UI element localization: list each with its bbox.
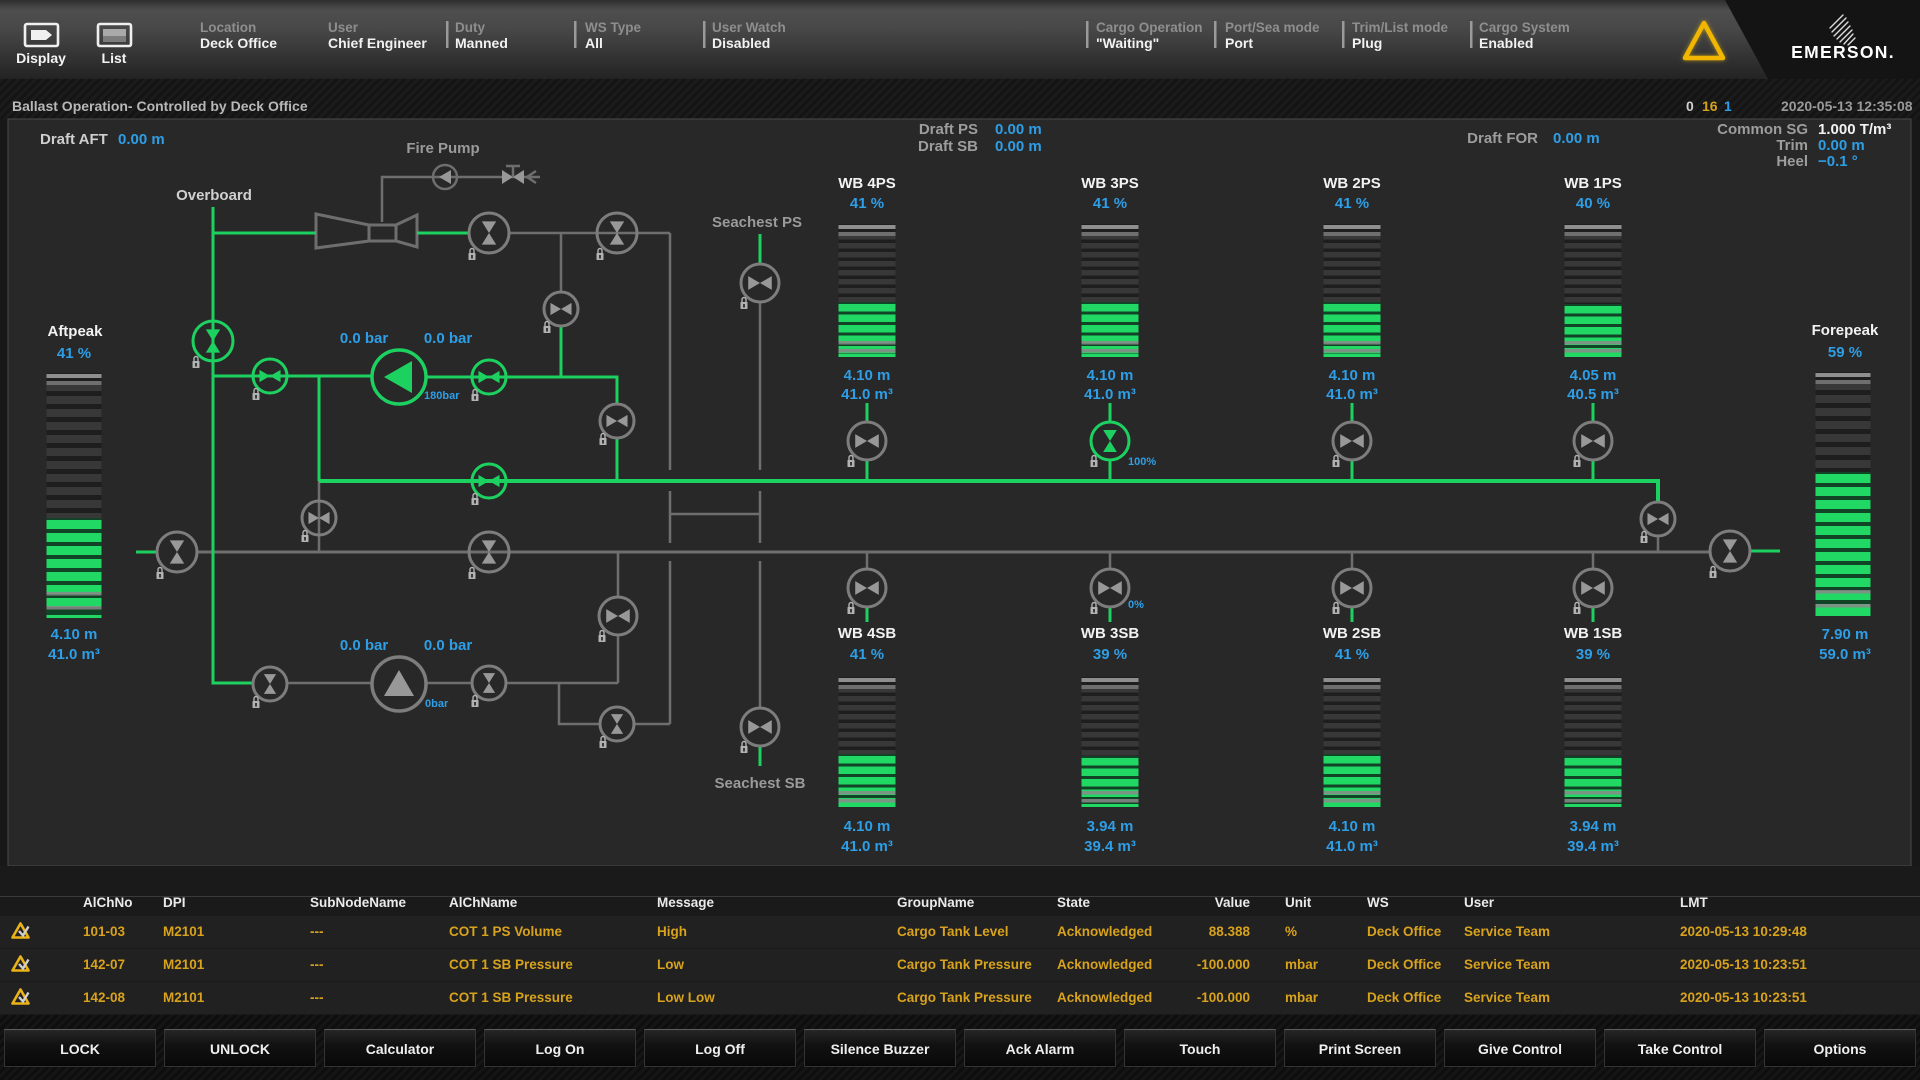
- svg-text:4.10 m: 4.10 m: [1329, 367, 1376, 384]
- svg-text:41.0 m³: 41.0 m³: [841, 386, 893, 403]
- svg-text:39 %: 39 %: [1576, 646, 1610, 663]
- svg-text:Seachest SB: Seachest SB: [715, 775, 806, 792]
- svg-text:40 %: 40 %: [1576, 195, 1610, 212]
- svg-text:WB 4SB: WB 4SB: [838, 625, 897, 642]
- svg-text:4.10 m: 4.10 m: [1087, 367, 1134, 384]
- svg-text:0bar: 0bar: [425, 698, 449, 710]
- svg-text:Forepeak: Forepeak: [1812, 322, 1879, 339]
- svg-text:Seachest PS: Seachest PS: [712, 214, 802, 231]
- svg-text:41 %: 41 %: [1335, 195, 1369, 212]
- svg-text:WB 3PS: WB 3PS: [1081, 175, 1139, 192]
- svg-text:0.00 m: 0.00 m: [995, 138, 1042, 155]
- svg-text:41 %: 41 %: [1093, 195, 1127, 212]
- svg-text:100%: 100%: [1128, 456, 1156, 468]
- svg-text:WB 2PS: WB 2PS: [1323, 175, 1381, 192]
- svg-text:41 %: 41 %: [1335, 646, 1369, 663]
- svg-text:0.0 bar: 0.0 bar: [340, 637, 389, 654]
- svg-text:4.10 m: 4.10 m: [844, 818, 891, 835]
- svg-text:Heel: Heel: [1776, 153, 1808, 170]
- svg-text:41.0 m³: 41.0 m³: [841, 838, 893, 855]
- svg-text:WB 1PS: WB 1PS: [1564, 175, 1622, 192]
- svg-text:WB 3SB: WB 3SB: [1081, 625, 1140, 642]
- svg-text:41 %: 41 %: [57, 345, 91, 362]
- svg-text:0%: 0%: [1128, 599, 1144, 611]
- svg-text:4.10 m: 4.10 m: [51, 626, 98, 643]
- svg-text:Draft PS: Draft PS: [919, 121, 978, 138]
- svg-text:39.4 m³: 39.4 m³: [1567, 838, 1619, 855]
- svg-text:Overboard: Overboard: [176, 187, 252, 204]
- svg-text:0.0 bar: 0.0 bar: [340, 330, 389, 347]
- svg-text:41.0 m³: 41.0 m³: [48, 646, 100, 663]
- svg-text:180bar: 180bar: [424, 390, 460, 402]
- svg-text:WB 4PS: WB 4PS: [838, 175, 896, 192]
- svg-text:4.10 m: 4.10 m: [844, 367, 891, 384]
- svg-text:41.0 m³: 41.0 m³: [1326, 838, 1378, 855]
- svg-text:Aftpeak: Aftpeak: [47, 323, 103, 340]
- svg-text:40.5 m³: 40.5 m³: [1567, 386, 1619, 403]
- svg-text:1.000 T/m³: 1.000 T/m³: [1818, 121, 1891, 138]
- svg-text:3.94 m: 3.94 m: [1570, 818, 1617, 835]
- svg-text:41.0 m³: 41.0 m³: [1326, 386, 1378, 403]
- svg-text:0.00 m: 0.00 m: [1818, 137, 1865, 154]
- svg-text:7.90 m: 7.90 m: [1822, 626, 1869, 643]
- svg-text:41.0 m³: 41.0 m³: [1084, 386, 1136, 403]
- svg-text:39 %: 39 %: [1093, 646, 1127, 663]
- svg-text:41 %: 41 %: [850, 646, 884, 663]
- svg-text:Draft SB: Draft SB: [918, 138, 978, 155]
- svg-text:0.00 m: 0.00 m: [995, 121, 1042, 138]
- svg-text:59.0 m³: 59.0 m³: [1819, 646, 1871, 663]
- svg-text:0.0 bar: 0.0 bar: [424, 330, 473, 347]
- svg-text:41 %: 41 %: [850, 195, 884, 212]
- svg-text:Trim: Trim: [1776, 137, 1808, 154]
- svg-text:WB 2SB: WB 2SB: [1323, 625, 1382, 642]
- svg-text:39.4 m³: 39.4 m³: [1084, 838, 1136, 855]
- svg-text:Fire Pump: Fire Pump: [406, 140, 479, 157]
- svg-text:4.10 m: 4.10 m: [1329, 818, 1376, 835]
- svg-text:Common SG: Common SG: [1717, 121, 1808, 138]
- svg-text:Draft AFT: Draft AFT: [40, 131, 108, 148]
- svg-text:0.00 m: 0.00 m: [1553, 130, 1600, 147]
- svg-text:59 %: 59 %: [1828, 344, 1862, 361]
- svg-text:3.94 m: 3.94 m: [1087, 818, 1134, 835]
- svg-text:4.05 m: 4.05 m: [1570, 367, 1617, 384]
- svg-text:0.0 bar: 0.0 bar: [424, 637, 473, 654]
- svg-text:Draft FOR: Draft FOR: [1467, 130, 1538, 147]
- svg-text:WB 1SB: WB 1SB: [1564, 625, 1623, 642]
- svg-text:−0.1 °: −0.1 °: [1818, 153, 1858, 170]
- svg-text:0.00 m: 0.00 m: [118, 131, 165, 148]
